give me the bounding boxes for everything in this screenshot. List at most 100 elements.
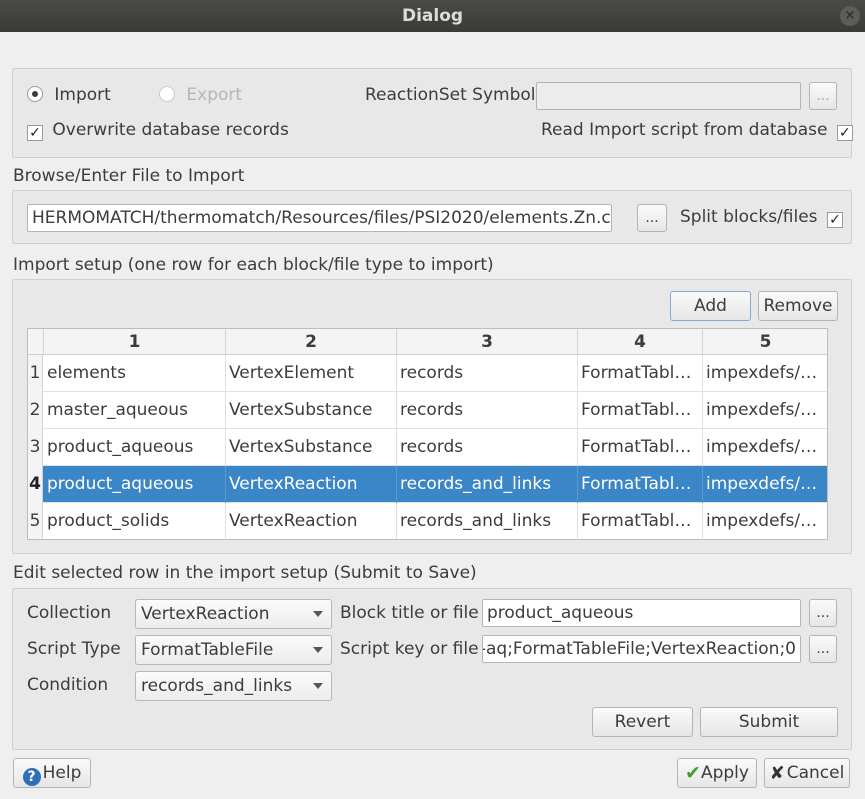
close-icon[interactable]: ×	[840, 6, 860, 26]
row-header[interactable]: 2	[28, 392, 43, 429]
import-radio-indicator[interactable]	[27, 86, 43, 102]
chevron-down-icon	[313, 611, 323, 617]
script-key-label: Script key or file	[340, 639, 479, 659]
table-cell[interactable]: elements	[44, 355, 226, 392]
table-row[interactable]: 3 product_aqueous VertexSubstance record…	[28, 429, 827, 466]
submit-button[interactable]: Submit	[700, 707, 838, 737]
split-checkbox-row[interactable]: Split blocks/files ✓	[680, 207, 843, 228]
table-cell[interactable]: VertexReaction	[226, 466, 397, 503]
column-header-1[interactable]: 1	[44, 329, 226, 355]
window-title: Dialog	[401, 6, 464, 26]
table-cell[interactable]: product_aqueous	[44, 466, 226, 503]
block-title-input[interactable]: product_aqueous	[482, 599, 801, 627]
reactionset-browse-button[interactable]: ...	[809, 82, 837, 110]
add-button[interactable]: Add	[670, 291, 751, 321]
help-button[interactable]: ? Help	[13, 758, 91, 788]
table-corner	[28, 329, 44, 355]
table-cell[interactable]: master_aqueous	[44, 392, 226, 429]
script-key-browse-button[interactable]: ...	[809, 635, 837, 663]
apply-button[interactable]: ✔Apply	[677, 758, 757, 788]
table-cell[interactable]: FormatTabl…	[578, 503, 703, 539]
table-cell[interactable]: FormatTabl…	[578, 355, 703, 392]
import-setup-table[interactable]: 1 2 3 4 5 1 elements VertexElement recor…	[27, 328, 828, 540]
read-script-checkbox[interactable]: ✓	[836, 125, 853, 141]
table-cell[interactable]: product_aqueous	[44, 429, 226, 466]
condition-label: Condition	[27, 675, 109, 695]
script-key-value: 0-aq;FormatTableFile;VertexReaction;0	[482, 639, 796, 659]
overwrite-label: Overwrite database records	[52, 120, 289, 140]
row-header[interactable]: 4	[28, 466, 43, 503]
cancel-icon: ✘	[769, 763, 785, 784]
cancel-label: Cancel	[786, 763, 845, 783]
table-cell[interactable]: FormatTabl…	[578, 466, 703, 503]
export-radio-label: Export	[186, 85, 243, 105]
import-radio-label: Import	[54, 85, 111, 105]
script-type-value: FormatTableFile	[141, 640, 274, 660]
help-icon: ?	[22, 768, 41, 786]
column-header-3[interactable]: 3	[397, 329, 578, 355]
table-row[interactable]: 5 product_solids VertexReaction records_…	[28, 503, 827, 539]
table-cell[interactable]: records	[397, 392, 578, 429]
table-row[interactable]: 1 elements VertexElement records FormatT…	[28, 355, 827, 392]
remove-button[interactable]: Remove	[758, 291, 838, 321]
reactionset-label: ReactionSet Symbol	[365, 85, 536, 105]
table-cell[interactable]: records_and_links	[397, 466, 578, 503]
collection-value: VertexReaction	[141, 604, 270, 624]
overwrite-checkbox[interactable]: ✓	[27, 125, 43, 141]
table-cell[interactable]: impexdefs/…	[703, 355, 827, 392]
table-cell[interactable]: FormatTabl…	[578, 429, 703, 466]
script-type-label: Script Type	[27, 639, 121, 659]
export-radio[interactable]: Export	[159, 85, 242, 105]
table-cell[interactable]: impexdefs/…	[703, 429, 827, 466]
table-cell[interactable]: records	[397, 355, 578, 392]
block-title-browse-button[interactable]: ...	[809, 599, 837, 627]
chevron-down-icon	[313, 647, 323, 653]
collection-select[interactable]: VertexReaction	[135, 599, 332, 629]
table-cell[interactable]: impexdefs/…	[703, 503, 827, 539]
read-script-label: Read Import script from database	[541, 120, 828, 140]
setup-section-label: Import setup (one row for each block/fil…	[13, 255, 494, 275]
reactionset-input[interactable]	[536, 82, 801, 110]
chevron-down-icon	[313, 683, 323, 689]
file-section-label: Browse/Enter File to Import	[13, 166, 245, 186]
import-radio[interactable]: Import	[27, 85, 111, 105]
table-cell[interactable]: records_and_links	[397, 503, 578, 539]
split-label: Split blocks/files	[680, 207, 818, 227]
split-checkbox[interactable]: ✓	[826, 212, 843, 228]
edit-section-label: Edit selected row in the import setup (S…	[13, 563, 477, 583]
condition-select[interactable]: records_and_links	[135, 671, 332, 701]
table-cell[interactable]: VertexSubstance	[226, 392, 397, 429]
column-header-5[interactable]: 5	[703, 329, 827, 355]
block-title-label: Block title or file	[340, 603, 479, 623]
script-type-select[interactable]: FormatTableFile	[135, 635, 332, 665]
table-cell[interactable]: product_solids	[44, 503, 226, 539]
export-radio-indicator[interactable]	[159, 86, 175, 102]
row-header[interactable]: 5	[28, 503, 43, 539]
table-cell[interactable]: FormatTabl…	[578, 392, 703, 429]
table-cell[interactable]: impexdefs/…	[703, 392, 827, 429]
file-browse-button[interactable]: ...	[637, 204, 667, 232]
table-cell[interactable]: impexdefs/…	[703, 466, 827, 503]
title-bar: Dialog	[0, 0, 865, 32]
overwrite-checkbox-row[interactable]: ✓ Overwrite database records	[27, 120, 289, 141]
table-cell[interactable]: VertexReaction	[226, 503, 397, 539]
checkmark-icon: ✔	[685, 762, 701, 784]
cancel-button[interactable]: ✘ Cancel	[764, 758, 850, 788]
script-key-input[interactable]: 0-aq;FormatTableFile;VertexReaction;0	[482, 635, 801, 663]
collection-label: Collection	[27, 603, 112, 623]
read-script-checkbox-row[interactable]: Read Import script from database ✓	[541, 120, 853, 141]
table-cell[interactable]: VertexElement	[226, 355, 397, 392]
help-label: Help	[42, 763, 82, 783]
revert-button[interactable]: Revert	[592, 707, 693, 737]
apply-label: Apply	[700, 763, 749, 783]
file-path-input[interactable]: HERMOMATCH/thermomatch/Resources/files/P…	[27, 204, 612, 232]
row-header[interactable]: 3	[28, 429, 43, 466]
table-row[interactable]: 2 master_aqueous VertexSubstance records…	[28, 392, 827, 429]
table-row-selected[interactable]: 4 product_aqueous VertexReaction records…	[28, 466, 827, 503]
column-header-2[interactable]: 2	[226, 329, 397, 355]
column-header-4[interactable]: 4	[578, 329, 703, 355]
table-cell[interactable]: VertexSubstance	[226, 429, 397, 466]
table-cell[interactable]: records	[397, 429, 578, 466]
condition-value: records_and_links	[141, 676, 293, 696]
row-header[interactable]: 1	[28, 355, 43, 392]
